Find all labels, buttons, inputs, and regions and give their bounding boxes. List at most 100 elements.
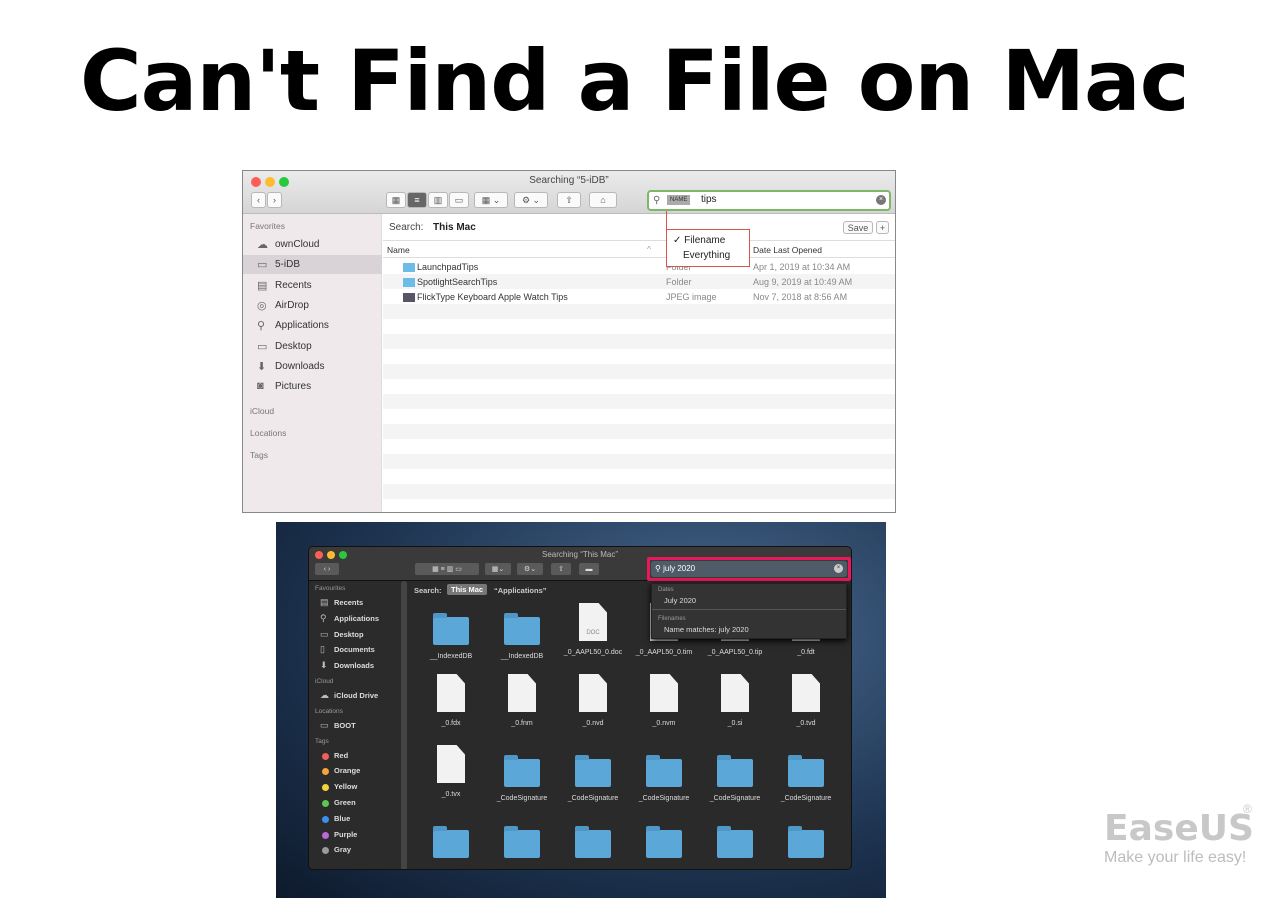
file-date: Nov 7, 2018 at 8:56 AM xyxy=(753,292,848,302)
sidebar-item-downloads[interactable]: ⬇ Downloads xyxy=(309,659,401,673)
sidebar-item-red[interactable]: Red xyxy=(309,749,401,763)
sidebar-item-applications[interactable]: ⚲ Applications xyxy=(243,316,382,335)
table-row[interactable]: FlickType Keyboard Apple Watch Tips JPEG … xyxy=(383,290,895,305)
grid-item[interactable]: _CodeSignature xyxy=(487,745,557,813)
suggest-name-matches[interactable]: Name matches: july 2020 xyxy=(664,625,749,634)
grid-item[interactable]: __IndexedDB xyxy=(416,603,486,671)
sidebar-scrollbar[interactable] xyxy=(401,581,407,869)
suggest-july-2020[interactable]: July 2020 xyxy=(664,596,696,605)
sidebar-item-5-idb[interactable]: ▭ 5-iDB xyxy=(243,255,382,275)
sidebar-item-desktop[interactable]: ▭ Desktop xyxy=(243,337,382,356)
sidebar-item-label: Pictures xyxy=(275,381,312,393)
add-criteria-button[interactable]: + xyxy=(876,221,889,234)
sidebar-item-documents[interactable]: ▯ Documents xyxy=(309,643,401,657)
sidebar-item-orange[interactable]: Orange xyxy=(309,764,401,778)
sidebar-item-airdrop[interactable]: ◎ AirDrop xyxy=(243,296,382,315)
search-scope-bar: Search: This Mac Save + xyxy=(383,214,895,240)
sidebar-item-label: Recents xyxy=(334,598,364,607)
tag-gray-icon xyxy=(322,847,329,855)
sidebar-item-desktop[interactable]: ▭ Desktop xyxy=(309,628,401,642)
folder-icon xyxy=(575,755,611,787)
sidebar-item-recents[interactable]: ▤ Recents xyxy=(243,276,382,295)
row-stripe xyxy=(383,469,895,484)
grid-item[interactable]: _0.fnm xyxy=(487,674,557,742)
row-stripe xyxy=(383,364,895,379)
scope-applications[interactable]: “Applications” xyxy=(494,586,547,595)
sidebar-item-applications[interactable]: ⚲ Applications xyxy=(309,612,401,626)
sidebar-item-owncloud[interactable]: ☁ ownCloud xyxy=(243,235,382,254)
grid-item[interactable] xyxy=(700,816,770,869)
grid-item[interactable]: _0.tvd xyxy=(771,674,841,742)
sidebar-item-blue[interactable]: Blue xyxy=(309,812,401,826)
grid-item[interactable] xyxy=(416,816,486,869)
sidebar-item-boot[interactable]: ▭ BOOT xyxy=(309,719,401,733)
sidebar-item-pictures[interactable]: ◙ Pictures xyxy=(243,377,382,396)
grid-item[interactable] xyxy=(558,816,628,869)
clear-search-icon[interactable]: × xyxy=(834,564,843,573)
sidebar-item-yellow[interactable]: Yellow xyxy=(309,780,401,794)
view-buttons[interactable]: ▦ ≡ ▥ ▭ xyxy=(415,563,479,575)
action-gear-button[interactable]: ⚙⌄ xyxy=(517,563,543,575)
gallery-view-button[interactable]: ▭ xyxy=(449,192,469,208)
save-button[interactable]: Save xyxy=(843,221,873,234)
grid-item[interactable]: _0.nvm xyxy=(629,674,699,742)
grid-item[interactable]: _0.si xyxy=(700,674,770,742)
grid-item[interactable]: _CodeSignature xyxy=(629,745,699,813)
name-token[interactable]: NAME xyxy=(667,195,691,205)
file-label: _0.nvd xyxy=(582,720,604,727)
sidebar-item-icloud-drive[interactable]: ☁ iCloud Drive xyxy=(309,689,401,703)
share-button[interactable]: ⇧ xyxy=(551,563,571,575)
group-button[interactable]: ▦ ⌄ xyxy=(474,192,508,208)
scope-this-mac[interactable]: This Mac xyxy=(447,584,488,595)
back-forward-buttons[interactable]: ‹ › xyxy=(315,563,339,575)
sidebar-item-gray[interactable]: Gray xyxy=(309,843,401,857)
scope-this-mac[interactable]: This Mac xyxy=(433,222,476,233)
tag-button[interactable]: ⌂ xyxy=(589,192,617,208)
back-button[interactable]: ‹ xyxy=(251,192,266,208)
icon-view-button[interactable]: ▦ xyxy=(386,192,406,208)
tag-orange-icon xyxy=(322,768,329,776)
tag-button[interactable]: ▬ xyxy=(579,563,599,575)
grid-item[interactable]: _0.nvd xyxy=(558,674,628,742)
desktop-icon: ▭ xyxy=(320,628,329,639)
share-button[interactable]: ⇧ xyxy=(557,192,581,208)
sidebar-item-green[interactable]: Green xyxy=(309,796,401,810)
table-row[interactable]: SpotlightSearchTips Folder Aug 9, 2019 at … xyxy=(383,275,895,290)
sidebar-item-downloads[interactable]: ⬇ Downloads xyxy=(243,357,382,376)
search-field[interactable]: ⚲ july 2020 × xyxy=(651,561,847,577)
logo-tagline: Make your life easy! xyxy=(1104,849,1247,866)
sidebar-item-label: Red xyxy=(334,750,349,760)
finder-window-dark: Searching “This Mac” ‹ › ▦ ≡ ▥ ▭ ▦⌄ ⚙⌄ ⇧… xyxy=(308,546,852,870)
grid-item[interactable]: __IndexedDB xyxy=(487,603,557,671)
grid-item[interactable]: _0.tvx xyxy=(416,745,486,813)
grid-item[interactable]: _CodeSignature xyxy=(558,745,628,813)
column-view-button[interactable]: ▥ xyxy=(428,192,448,208)
menu-item-everything[interactable]: Everything xyxy=(673,248,743,263)
column-name[interactable]: Name xyxy=(387,245,410,255)
group-button[interactable]: ▦⌄ xyxy=(485,563,511,575)
grid-item[interactable]: _CodeSignature xyxy=(771,745,841,813)
grid-item[interactable] xyxy=(487,816,557,869)
search-text: july 2020 xyxy=(663,564,696,573)
column-header: Name ^ Date Last Opened xyxy=(383,240,895,258)
column-date-last-opened[interactable]: Date Last Opened xyxy=(753,245,822,255)
grid-item[interactable]: DOC _0_AAPL50_0.doc xyxy=(558,603,628,671)
grid-item[interactable] xyxy=(771,816,841,869)
grid-item[interactable]: _0.fdx xyxy=(416,674,486,742)
search-field[interactable]: ⚲ NAME tips × xyxy=(647,190,891,211)
forward-button[interactable]: › xyxy=(267,192,282,208)
sidebar-item-label: BOOT xyxy=(334,720,356,730)
grid-item[interactable] xyxy=(629,816,699,869)
sidebar-item-label: Applications xyxy=(334,613,380,623)
table-row[interactable]: LaunchpadTips Folder Apr 1, 2019 at 10:34 … xyxy=(383,260,895,275)
grid-item[interactable]: _CodeSignature xyxy=(700,745,770,813)
action-gear-button[interactable]: ⚙ ⌄ xyxy=(514,192,548,208)
menu-item-filename[interactable]: ✓ Filename xyxy=(673,233,743,248)
list-view-button[interactable]: ≡ xyxy=(407,192,427,208)
clear-search-icon[interactable]: × xyxy=(876,195,886,205)
file-name: LaunchpadTips xyxy=(417,262,479,272)
file-icon xyxy=(437,745,465,783)
sidebar-item-purple[interactable]: Purple xyxy=(309,828,401,842)
file-label: _CodeSignature xyxy=(638,795,690,802)
sidebar-item-recents[interactable]: ▤ Recents xyxy=(309,596,401,610)
